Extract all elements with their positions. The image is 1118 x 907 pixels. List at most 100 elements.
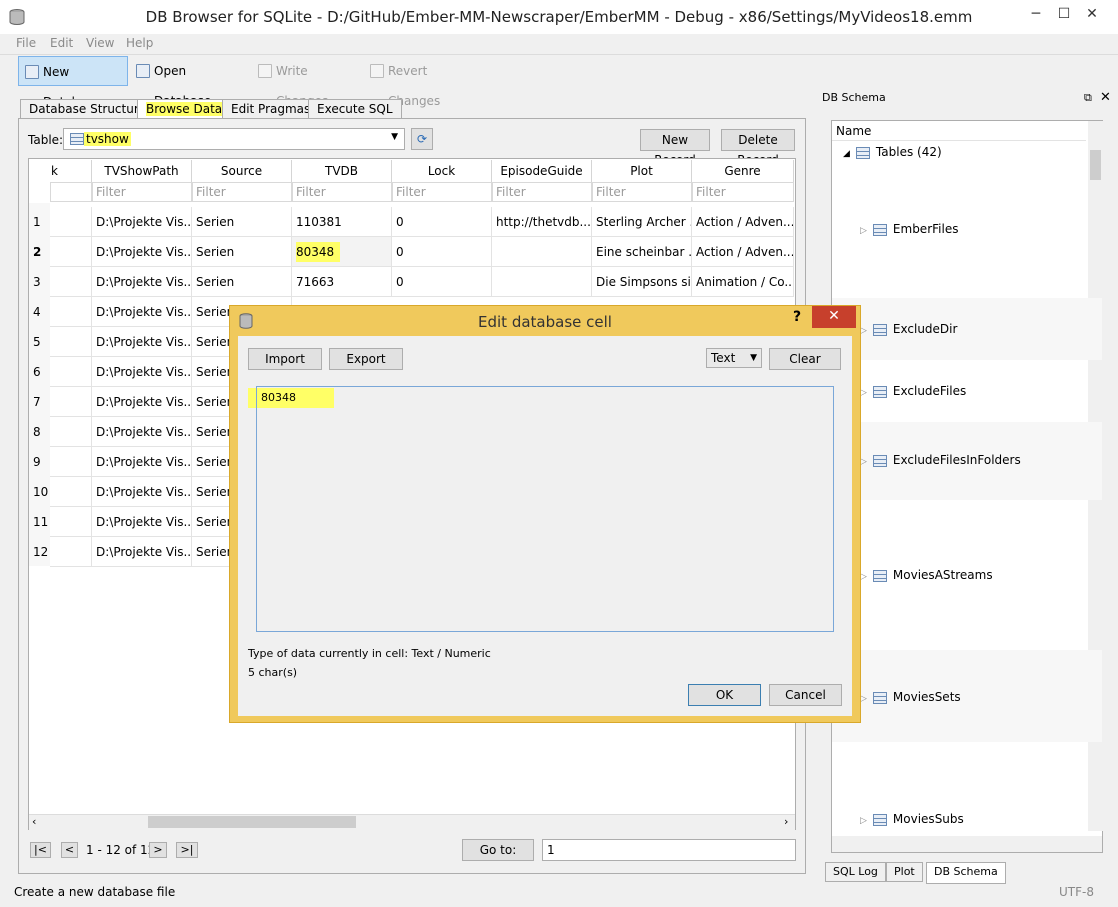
write-changes-button[interactable]: Write Changes xyxy=(252,56,360,108)
table-cell[interactable]: D:\Projekte Vis... xyxy=(92,447,192,477)
filter-input-k[interactable] xyxy=(50,182,92,202)
tree-item-emberfiles[interactable]: ▷ EmberFiles xyxy=(860,219,958,239)
close-icon[interactable]: ✕ xyxy=(1100,90,1111,105)
float-icon[interactable]: ⧉ xyxy=(1084,91,1092,105)
selected-cell[interactable]: 80348 xyxy=(292,237,392,267)
table-cell[interactable] xyxy=(50,327,92,357)
table-cell[interactable]: Action / Adven... xyxy=(692,207,794,237)
column-header-lock[interactable]: Lock xyxy=(392,160,492,182)
row-number[interactable]: 5 xyxy=(33,327,41,357)
table-cell[interactable]: D:\Projekte Vis... xyxy=(92,417,192,447)
goto-input[interactable]: 1 xyxy=(542,839,796,861)
table-cell[interactable] xyxy=(50,267,92,297)
column-header-genre[interactable]: Genre xyxy=(692,160,794,182)
table-cell[interactable]: Serien xyxy=(192,207,292,237)
open-database-button[interactable]: Open Database xyxy=(130,56,240,108)
table-cell[interactable]: Die Simpsons si... xyxy=(592,267,692,297)
table-cell[interactable]: D:\Projekte Vis... xyxy=(92,237,192,267)
menu-help[interactable]: Help xyxy=(126,36,153,50)
table-cell[interactable] xyxy=(50,417,92,447)
first-page-button[interactable]: |< xyxy=(30,842,51,858)
filter-input-episodeguide[interactable]: Filter xyxy=(492,182,592,202)
clear-button[interactable]: Clear xyxy=(769,348,841,370)
column-header-tvdb[interactable]: TVDB xyxy=(292,160,392,182)
import-button[interactable]: Import xyxy=(248,348,322,370)
column-header-k[interactable]: k xyxy=(29,160,92,182)
refresh-icon[interactable]: ⟳ xyxy=(411,128,433,150)
mode-select[interactable]: Text ▼ xyxy=(706,348,762,368)
filter-input-genre[interactable]: Filter xyxy=(692,182,794,202)
row-number[interactable]: 4 xyxy=(33,297,41,327)
row-number[interactable]: 12 xyxy=(33,537,48,567)
tab-execute-sql[interactable]: Execute SQL xyxy=(308,99,402,119)
tab-sql-log[interactable]: SQL Log xyxy=(825,862,886,882)
table-cell[interactable]: Animation / Co... xyxy=(692,267,794,297)
tab-plot[interactable]: Plot xyxy=(886,862,923,882)
row-number[interactable]: 3 xyxy=(33,267,41,297)
table-cell[interactable]: D:\Projekte Vis... xyxy=(92,357,192,387)
column-header-plot[interactable]: Plot xyxy=(592,160,692,182)
table-cell[interactable] xyxy=(50,447,92,477)
menu-edit[interactable]: Edit xyxy=(50,36,73,50)
table-cell[interactable]: D:\Projekte Vis... xyxy=(92,297,192,327)
ok-button[interactable]: OK xyxy=(688,684,761,706)
menu-view[interactable]: View xyxy=(86,36,114,50)
row-number[interactable]: 2 xyxy=(33,237,41,267)
filter-input-plot[interactable]: Filter xyxy=(592,182,692,202)
table-cell[interactable] xyxy=(50,507,92,537)
table-cell[interactable] xyxy=(50,297,92,327)
export-button[interactable]: Export xyxy=(329,348,403,370)
table-cell[interactable]: D:\Projekte Vis... xyxy=(92,387,192,417)
table-cell[interactable] xyxy=(50,387,92,417)
minimize-button[interactable]: ─ xyxy=(1022,0,1050,30)
table-cell[interactable]: D:\Projekte Vis... xyxy=(92,477,192,507)
row-number[interactable]: 8 xyxy=(33,417,41,447)
filter-input-source[interactable]: Filter xyxy=(192,182,292,202)
next-page-button[interactable]: > xyxy=(149,842,167,858)
table-cell[interactable]: D:\Projekte Vis... xyxy=(92,537,192,567)
dialog-close-button[interactable]: ✕ xyxy=(812,306,856,328)
row-number[interactable]: 9 xyxy=(33,447,41,477)
new-record-button[interactable]: New Record xyxy=(640,129,710,167)
table-cell[interactable] xyxy=(50,537,92,567)
tree-item-moviesastreams[interactable]: ▷ MoviesAStreams xyxy=(860,565,993,585)
tree-item-moviessets[interactable]: ▷ MoviesSets xyxy=(860,687,961,707)
table-cell[interactable] xyxy=(50,207,92,237)
tab-database-structure[interactable]: Database Structure xyxy=(20,99,155,119)
row-number[interactable]: 7 xyxy=(33,387,41,417)
table-cell[interactable]: D:\Projekte Vis... xyxy=(92,327,192,357)
table-cell[interactable]: Sterling Archer ... xyxy=(592,207,692,237)
schema-hscrollbar[interactable] xyxy=(832,836,1102,852)
tree-item-excludedir[interactable]: ▷ ExcludeDir xyxy=(860,319,957,339)
row-number[interactable]: 6 xyxy=(33,357,41,387)
column-header-episodeguide[interactable]: EpisodeGuide xyxy=(492,160,592,182)
table-cell[interactable] xyxy=(50,357,92,387)
filter-input-tvdb[interactable]: Filter xyxy=(292,182,392,202)
column-header-source[interactable]: Source xyxy=(192,160,292,182)
delete-record-button[interactable]: Delete Record xyxy=(721,129,795,167)
table-cell[interactable]: 0 xyxy=(392,207,492,237)
column-header-tvshowpath[interactable]: TVShowPath xyxy=(92,160,192,182)
row-number[interactable]: 11 xyxy=(33,507,48,537)
table-cell[interactable]: http://thetvdb.... xyxy=(492,207,592,237)
tab-db-schema[interactable]: DB Schema xyxy=(926,862,1006,884)
table-cell[interactable] xyxy=(492,237,592,267)
cancel-button[interactable]: Cancel xyxy=(769,684,842,706)
tab-edit-pragmas[interactable]: Edit Pragmas xyxy=(222,99,320,119)
last-page-button[interactable]: >| xyxy=(176,842,198,858)
schema-column-header[interactable]: Name xyxy=(832,121,1086,141)
revert-changes-button[interactable]: Revert Changes xyxy=(364,56,476,108)
table-cell[interactable]: 0 xyxy=(392,237,492,267)
table-select[interactable]: tvshow ▼ xyxy=(63,128,405,150)
row-number[interactable]: 1 xyxy=(33,207,41,237)
table-cell[interactable]: Serien xyxy=(192,267,292,297)
table-cell[interactable]: Eine scheinbar ... xyxy=(592,237,692,267)
table-cell[interactable]: 0 xyxy=(392,267,492,297)
tab-browse-data[interactable]: Browse Data xyxy=(137,99,232,119)
menu-file[interactable]: File xyxy=(16,36,36,50)
vscroll-thumb[interactable] xyxy=(1090,150,1101,180)
tree-item-excludefiles[interactable]: ▷ ExcludeFiles xyxy=(860,381,966,401)
cell-value-editor[interactable]: 80348 xyxy=(256,386,834,632)
scroll-right-icon[interactable]: › xyxy=(784,815,788,828)
table-cell[interactable]: 71663 xyxy=(292,267,392,297)
